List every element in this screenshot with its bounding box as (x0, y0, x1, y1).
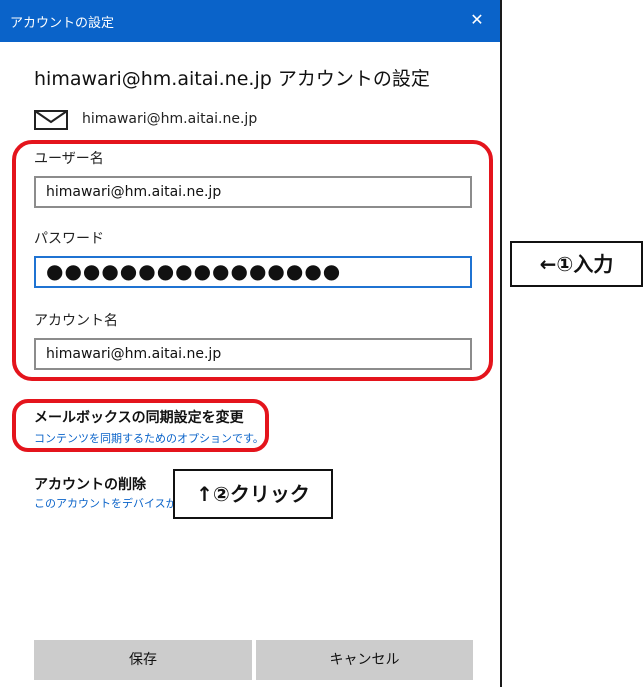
delete-account-link[interactable]: アカウントの削除 (34, 474, 146, 494)
save-button[interactable]: 保存 (34, 640, 252, 680)
mail-icon (34, 110, 68, 130)
account-email: himawari@hm.aitai.ne.jp (82, 111, 258, 127)
sync-highlight-frame (12, 399, 269, 452)
page-title: himawari@hm.aitai.ne.jp アカウントの設定 (34, 68, 430, 90)
close-icon[interactable]: ✕ (468, 11, 486, 29)
cancel-button[interactable]: キャンセル (256, 640, 473, 680)
step1-callout: ←①入力 (510, 241, 643, 287)
input-highlight-frame (12, 140, 493, 381)
window-title: アカウントの設定 (10, 16, 115, 31)
step2-callout: ↑②クリック (173, 469, 333, 519)
title-bar: アカウントの設定 ✕ (0, 0, 500, 42)
